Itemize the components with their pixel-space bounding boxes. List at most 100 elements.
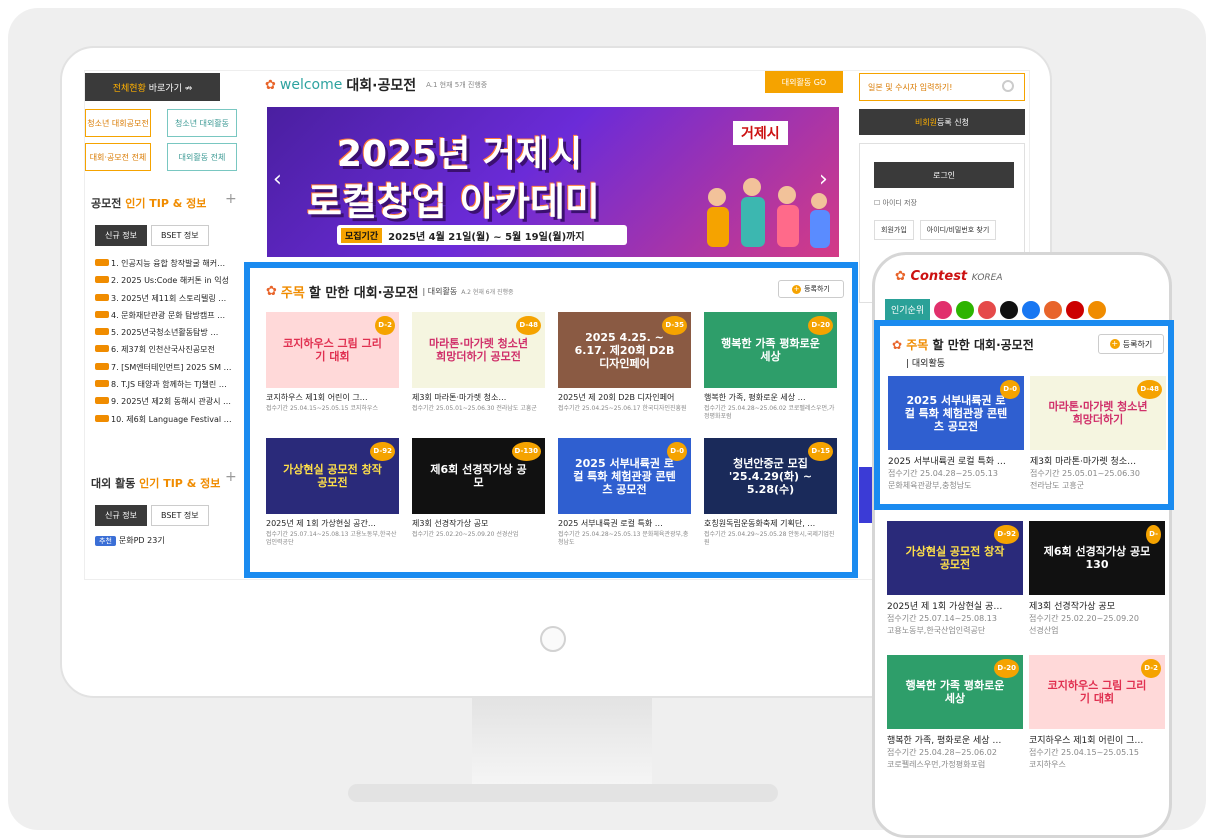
card-thumbnail[interactable]: 2025 서부내륙권 로컬 특화 체험관광 콘텐츠 공모전 D-0 <box>558 438 691 514</box>
contest-card[interactable]: 행복한 가족 평화로운 세상 D-20 행복한 가족, 평화로운 세상 … 접수기간 … <box>704 312 837 421</box>
card-thumbnail[interactable]: 코지하우스 그림 그리기 대회 D-2 <box>1029 655 1165 729</box>
save-id-checkbox[interactable]: ☐ 아이디 저장 <box>874 198 917 208</box>
card-thumbnail[interactable]: 제6회 선경작가상 공모 D-130 <box>412 438 545 514</box>
search-box[interactable]: 일본 및 수시자 입력하기! <box>859 73 1025 101</box>
card-title[interactable]: 2025년 제 1회 가상현실 공… <box>887 599 1023 612</box>
card-thumbnail[interactable]: 마라톤·마가렛 청소년 희망더하기 공모전 D-48 <box>412 312 545 388</box>
search-icon[interactable] <box>1002 80 1014 92</box>
box-youth-activity[interactable]: 청소년 대외활동 <box>167 109 237 137</box>
contest-card[interactable]: 2025 4.25. ~ 6.17. 제20회 D2B 디자인페어 D-35 202… <box>558 312 691 413</box>
card-thumbnail[interactable]: 코지하우스 그림 그리기 대회 D-2 <box>266 312 399 388</box>
card-title[interactable]: 코지하우스 제1회 어린이 그… <box>1029 733 1165 746</box>
card-title[interactable]: 제3회 마라톤·마가렛 청소… <box>1030 454 1166 467</box>
contest-card[interactable]: 2025 서부내륙권 로컬 특화 체험관광 콘텐츠 공모전 D-0 2025 서부내… <box>888 376 1024 491</box>
card-title[interactable]: 2025년 제 1회 가상현실 공간… <box>266 518 399 529</box>
x-icon[interactable] <box>1000 300 1019 319</box>
mobile-title-text: 할 만한 대회·공모전 <box>928 338 1034 352</box>
activity-go-button[interactable]: 대외활동 GO <box>765 71 843 93</box>
card-thumbnail[interactable]: 행복한 가족 평화로운 세상 D-20 <box>704 312 837 388</box>
card-title[interactable]: 제3회 선경작가상 공모 <box>412 518 545 529</box>
login-links: 회원가입 아이디/비밀번호 찾기 <box>874 220 997 240</box>
card-thumbnail[interactable]: 마라톤·마가렛 청소년 희망더하기 D-48 <box>1030 376 1166 450</box>
activity-list-item[interactable]: 추천 문화PD 23기 <box>95 535 165 546</box>
banner-period: 모집기간 2025년 4월 21일(월) ~ 5월 19일(월)까지 <box>337 225 627 245</box>
contest-card[interactable]: 가상현실 공모전 창작 공모전 D-92 2025년 제 1회 가상현실 공간… 접수… <box>266 438 399 547</box>
tv-icon[interactable] <box>1066 300 1085 319</box>
tab-best-info[interactable]: BSET 정보 <box>150 225 209 246</box>
card-title[interactable]: 2025 서부내륙권 로컬 특화 … <box>888 454 1024 467</box>
contest-card[interactable]: 제6회 선경작가상 공모 D-130 제3회 선경작가상 공모 접수기간 25.02.… <box>412 438 545 539</box>
card-thumbnail[interactable]: 가상현실 공모전 창작 공모전 D-92 <box>266 438 399 514</box>
mobile-logo[interactable]: ✿ Contest KOREA <box>895 269 1003 284</box>
contest-card[interactable]: 제6회 선경작가상 공모 130 D- 제3회 선경작가상 공모 접수기간 25.02… <box>1029 521 1165 636</box>
monitor-power-dot <box>540 626 566 652</box>
list-item[interactable]: 5. 2025년국청소년활동탐방 … <box>93 324 235 341</box>
card-thumbnail[interactable]: 행복한 가족 평화로운 세상 D-20 <box>887 655 1023 729</box>
list-item[interactable]: 1. 인공지능 융합 창작발굴 해커… <box>93 255 235 272</box>
card-title[interactable]: 2025년 제 20회 D2B 디자인페어 <box>558 392 691 403</box>
activity-tip-highlight: 인기 TIP & 정보 <box>139 477 221 490</box>
card-thumbnail[interactable]: 2025 4.25. ~ 6.17. 제20회 D2B 디자인페어 D-35 <box>558 312 691 388</box>
signup-link[interactable]: 회원가입 <box>874 220 914 240</box>
list-item[interactable]: 8. T.JS 태양과 함께하는 TJ챌린 … <box>93 376 235 393</box>
list-item[interactable]: 2. 2025 Us:Code 해커톤 in 익성 <box>93 272 235 289</box>
welcome-sub: A.1 현재 5개 진행중 <box>426 81 488 89</box>
contest-card[interactable]: 가상현실 공모전 창작 공모전 D-92 2025년 제 1회 가상현실 공… 접수기… <box>887 521 1023 636</box>
card-thumbnail[interactable]: 2025 서부내륙권 로컬 특화 체험관광 콘텐츠 공모전 D-0 <box>888 376 1024 450</box>
box-all-activity[interactable]: 대외활동 전체 <box>167 143 237 171</box>
card-title[interactable]: 제3회 선경작가상 공모 <box>1029 599 1165 612</box>
guest-highlight: 비회원 <box>914 117 938 127</box>
main-banner[interactable]: 2025년 거제시 로컬창업 아카데미 모집기간 2025년 4월 21일(월) … <box>267 107 839 257</box>
tab-best-info-2[interactable]: BSET 정보 <box>150 505 209 526</box>
list-item[interactable]: 7. [SM엔터테인먼트] 2025 SM … <box>93 359 235 376</box>
register-label: 등록하기 <box>804 285 830 293</box>
blog-icon[interactable] <box>956 300 975 319</box>
card-title[interactable]: 2025 서부내륙권 로컬 특화 … <box>558 518 691 529</box>
find-account-link[interactable]: 아이디/비밀번호 찾기 <box>919 220 997 240</box>
mobile-register-button[interactable]: + 등록하기 <box>1098 334 1164 354</box>
login-button[interactable]: 로그인 <box>874 162 1014 188</box>
card-thumbnail[interactable]: 청년안중군 모집 '25.4.29(화) ~ 5.28(수) D-15 <box>704 438 837 514</box>
card-title[interactable]: 호칭원독립운동화축제 기획단, … <box>704 518 837 529</box>
list-item[interactable]: 3. 2025년 제11회 스토리텔링 … <box>93 290 235 307</box>
card-thumbnail[interactable]: 가상현실 공모전 창작 공모전 D-92 <box>887 521 1023 595</box>
card-meta: 접수기간 25.05.01~25.06.30 <box>1030 469 1140 478</box>
tab-new-info-2[interactable]: 신규 정보 <box>95 505 147 526</box>
contest-card[interactable]: 마라톤·마가렛 청소년 희망더하기 D-48 제3회 마라톤·마가렛 청소… 접수기간… <box>1030 376 1166 491</box>
quick-nav-button[interactable]: 전체현황 바로가기 ⇏ <box>85 73 220 101</box>
card-title[interactable]: 코지하우스 제1회 어린이 그… <box>266 392 399 403</box>
contest-card[interactable]: 2025 서부내륙권 로컬 특화 체험관광 콘텐츠 공모전 D-0 2025 서부내… <box>558 438 691 547</box>
facebook-icon[interactable] <box>1022 300 1041 319</box>
box-youth-contest[interactable]: 청소년 대회공모전 <box>85 109 151 137</box>
mobile-featured-title: ✿ 주목 할 만한 대회·공모전 <box>892 336 1034 353</box>
contest-tip-plus-icon[interactable]: + <box>225 191 237 207</box>
thumbnail-text: 코지하우스 그림 그리기 대회 <box>283 337 382 363</box>
banner-prev-icon[interactable]: ‹ <box>273 167 282 192</box>
register-button[interactable]: + 등록하기 <box>778 280 844 298</box>
list-item[interactable]: 9. 2025년 제2회 동해시 관광시 … <box>93 393 235 410</box>
card-meta: 접수기간 25.04.28~25.05.13 <box>888 469 998 478</box>
contest-card[interactable]: 청년안중군 모집 '25.4.29(화) ~ 5.28(수) D-15 호칭원독립운… <box>704 438 837 547</box>
card-thumbnail[interactable]: 제6회 선경작가상 공모 130 D- <box>1029 521 1165 595</box>
tab-new-info[interactable]: 신규 정보 <box>95 225 147 246</box>
list-item[interactable]: 10. 제6회 Language Festival … <box>93 411 235 428</box>
flower-round-icon[interactable] <box>1088 300 1107 319</box>
contest-card[interactable]: 마라톤·마가렛 청소년 희망더하기 공모전 D-48 제3회 마라톤·마가렛 청소…… <box>412 312 545 413</box>
activity-tip-plus-icon[interactable]: + <box>225 469 237 485</box>
list-item[interactable]: 4. 문화재단관광 문화 탐방캠프 … <box>93 307 235 324</box>
instagram-icon[interactable] <box>934 300 953 319</box>
list-item[interactable]: 6. 제37회 인천산국사진공모전 <box>93 341 235 358</box>
popular-ranking-button[interactable]: 인기순위 <box>885 299 931 320</box>
guest-register-button[interactable]: 비회원 등록 신청 <box>859 109 1025 135</box>
share-icon[interactable] <box>1044 300 1063 319</box>
card-title[interactable]: 행복한 가족, 평화로운 세상 … <box>704 392 837 403</box>
card-title[interactable]: 제3회 마라톤·마가렛 청소… <box>412 392 545 403</box>
contest-card[interactable]: 코지하우스 그림 그리기 대회 D-2 코지하우스 제1회 어린이 그… 접수기간 2… <box>266 312 399 413</box>
card-title[interactable]: 행복한 가족, 평화로운 세상 … <box>887 733 1023 746</box>
contest-card[interactable]: 행복한 가족 평화로운 세상 D-20 행복한 가족, 평화로운 세상 … 접수기간 … <box>887 655 1023 770</box>
contest-card[interactable]: 코지하우스 그림 그리기 대회 D-2 코지하우스 제1회 어린이 그… 접수기간 2… <box>1029 655 1165 770</box>
youtube-icon[interactable] <box>978 300 997 319</box>
banner-next-icon[interactable]: › <box>819 167 828 192</box>
box-all-contest[interactable]: 대회·공모전 전체 <box>85 143 151 171</box>
mobile-featured-panel: ✿ 주목 할 만한 대회·공모전 | 대외활동 + 등록하기 2025 서부내륙권… <box>874 320 1174 510</box>
